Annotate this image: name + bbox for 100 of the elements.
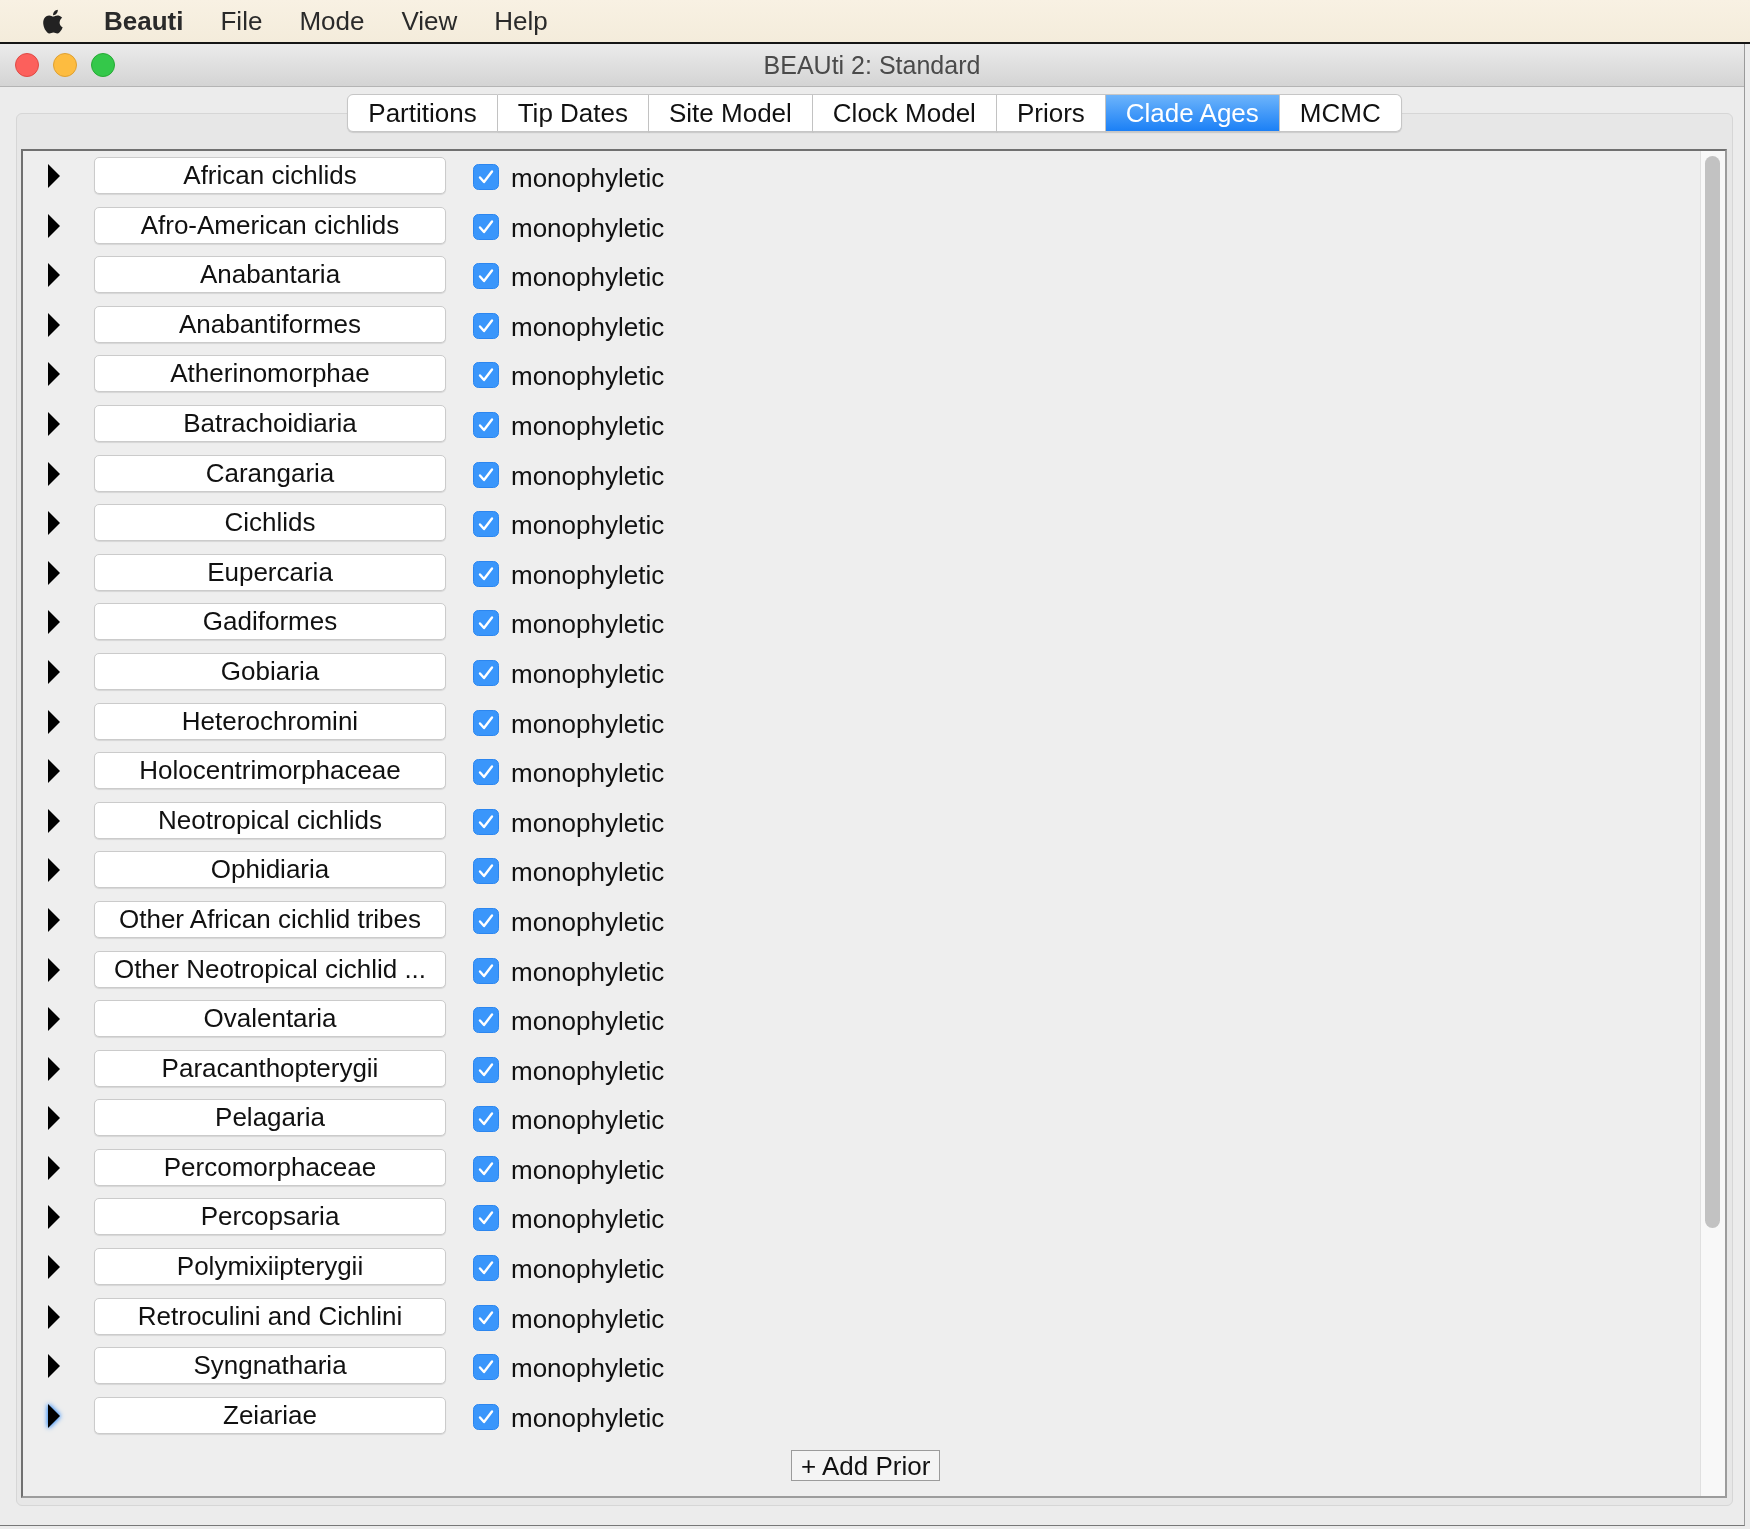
disclosure-triangle-icon[interactable]	[47, 510, 61, 537]
checkbox[interactable]	[473, 263, 499, 290]
checkbox-label[interactable]: monophyletic	[511, 652, 665, 695]
disclosure-triangle-icon[interactable]	[47, 559, 61, 586]
disclosure-triangle-icon[interactable]	[47, 1303, 61, 1330]
checkbox-label[interactable]: monophyletic	[511, 801, 665, 844]
clade-name-button[interactable]: Paracanthopterygii	[94, 1049, 446, 1087]
disclosure-triangle-icon[interactable]	[47, 410, 61, 437]
checkbox[interactable]	[473, 1255, 499, 1282]
checkbox[interactable]	[473, 1304, 499, 1331]
checkbox-label[interactable]: monophyletic	[511, 950, 665, 993]
disclosure-triangle-icon[interactable]	[47, 1204, 61, 1231]
checkbox-label[interactable]: monophyletic	[511, 1049, 665, 1092]
checkbox-label[interactable]: monophyletic	[511, 851, 665, 894]
clade-name-button[interactable]: Syngnatharia	[94, 1347, 446, 1385]
menu-item[interactable]: Mode	[299, 5, 365, 37]
checkbox[interactable]	[473, 560, 499, 587]
checkbox[interactable]	[473, 1354, 499, 1381]
checkbox[interactable]	[473, 461, 499, 488]
checkbox-label[interactable]: monophyletic	[511, 404, 665, 447]
clade-name-button[interactable]: Ovalentaria	[94, 1000, 446, 1038]
tab[interactable]: Clock Model	[812, 94, 997, 132]
clade-name-button[interactable]: African cichlids	[94, 157, 446, 194]
clade-name-button[interactable]: Afro-American cichlids	[94, 206, 446, 244]
checkbox[interactable]	[473, 1155, 499, 1182]
disclosure-triangle-icon[interactable]	[47, 658, 61, 685]
checkbox[interactable]	[473, 759, 499, 786]
checkbox[interactable]	[473, 1205, 499, 1232]
checkbox[interactable]	[473, 1056, 499, 1083]
tab[interactable]: Site Model	[649, 94, 813, 132]
checkbox[interactable]	[473, 907, 499, 934]
disclosure-triangle-icon[interactable]	[47, 1353, 61, 1380]
checkbox[interactable]	[473, 858, 499, 885]
checkbox-label[interactable]: monophyletic	[511, 1396, 665, 1439]
clade-name-button[interactable]: Pelagaria	[94, 1099, 446, 1137]
checkbox-label[interactable]: monophyletic	[511, 1198, 665, 1241]
disclosure-triangle-icon[interactable]	[47, 311, 61, 338]
disclosure-triangle-icon[interactable]	[47, 1402, 61, 1429]
checkbox[interactable]	[473, 1403, 499, 1430]
checkbox-label[interactable]: monophyletic	[511, 256, 665, 299]
checkbox-label[interactable]: monophyletic	[511, 157, 665, 199]
clade-name-button[interactable]: Batrachoidiaria	[94, 404, 446, 442]
clade-name-button[interactable]: Gobiaria	[94, 652, 446, 690]
disclosure-triangle-icon[interactable]	[47, 1105, 61, 1132]
checkbox-label[interactable]: monophyletic	[511, 1347, 665, 1390]
clade-name-button[interactable]: Ophidiaria	[94, 851, 446, 889]
disclosure-triangle-icon[interactable]	[47, 361, 61, 388]
checkbox[interactable]	[473, 362, 499, 389]
checkbox-label[interactable]: monophyletic	[511, 702, 665, 745]
clade-name-button[interactable]: Cichlids	[94, 504, 446, 542]
menu-item[interactable]: File	[220, 5, 263, 37]
checkbox[interactable]	[473, 808, 499, 835]
checkbox-label[interactable]: monophyletic	[511, 900, 665, 943]
clade-name-button[interactable]: Atherinomorphae	[94, 355, 446, 393]
checkbox-label[interactable]: monophyletic	[511, 504, 665, 547]
menu-item[interactable]: View	[401, 5, 458, 37]
checkbox[interactable]	[473, 610, 499, 637]
clade-name-button[interactable]: Holocentrimorphaceae	[94, 752, 446, 790]
disclosure-triangle-icon[interactable]	[47, 857, 61, 884]
disclosure-triangle-icon[interactable]	[47, 1154, 61, 1181]
disclosure-triangle-icon[interactable]	[47, 1254, 61, 1281]
clade-name-button[interactable]: Anabantiformes	[94, 305, 446, 343]
clade-name-button[interactable]: Other Neotropical cichlid ...	[94, 950, 446, 988]
checkbox-label[interactable]: monophyletic	[511, 1148, 665, 1191]
checkbox[interactable]	[473, 1106, 499, 1133]
checkbox[interactable]	[473, 511, 499, 538]
disclosure-triangle-icon[interactable]	[47, 708, 61, 735]
checkbox-label[interactable]: monophyletic	[511, 553, 665, 596]
disclosure-triangle-icon[interactable]	[47, 807, 61, 834]
disclosure-triangle-icon[interactable]	[47, 906, 61, 933]
disclosure-triangle-icon[interactable]	[47, 956, 61, 983]
checkbox[interactable]	[473, 312, 499, 339]
disclosure-triangle-icon[interactable]	[47, 460, 61, 487]
clade-name-button[interactable]: Zeiariae	[94, 1396, 446, 1434]
clade-name-button[interactable]: Percopsaria	[94, 1198, 446, 1236]
checkbox-label[interactable]: monophyletic	[511, 1000, 665, 1043]
tab[interactable]: Tip Dates	[497, 94, 649, 132]
disclosure-triangle-icon[interactable]	[47, 163, 61, 189]
tab[interactable]: MCMC	[1279, 94, 1402, 132]
clade-name-button[interactable]: Retroculini and Cichlini	[94, 1297, 446, 1335]
checkbox[interactable]	[473, 411, 499, 438]
app-menu[interactable]: Beauti	[104, 5, 184, 37]
disclosure-triangle-icon[interactable]	[47, 1055, 61, 1082]
checkbox[interactable]	[473, 164, 499, 190]
disclosure-triangle-icon[interactable]	[47, 609, 61, 636]
clade-name-button[interactable]: Heterochromini	[94, 702, 446, 740]
checkbox-label[interactable]: monophyletic	[511, 1248, 665, 1291]
clade-name-button[interactable]: Anabantaria	[94, 256, 446, 294]
checkbox-label[interactable]: monophyletic	[511, 206, 665, 249]
tab[interactable]: Priors	[996, 94, 1106, 132]
disclosure-triangle-icon[interactable]	[47, 1006, 61, 1033]
checkbox-label[interactable]: monophyletic	[511, 752, 665, 795]
clade-name-button[interactable]: Gadiformes	[94, 603, 446, 641]
checkbox-label[interactable]: monophyletic	[511, 603, 665, 646]
disclosure-triangle-icon[interactable]	[47, 758, 61, 785]
clade-name-button[interactable]: Percomorphaceae	[94, 1148, 446, 1186]
checkbox-label[interactable]: monophyletic	[511, 305, 665, 348]
disclosure-triangle-icon[interactable]	[47, 262, 61, 289]
checkbox[interactable]	[473, 709, 499, 736]
clade-name-button[interactable]: Carangaria	[94, 454, 446, 492]
